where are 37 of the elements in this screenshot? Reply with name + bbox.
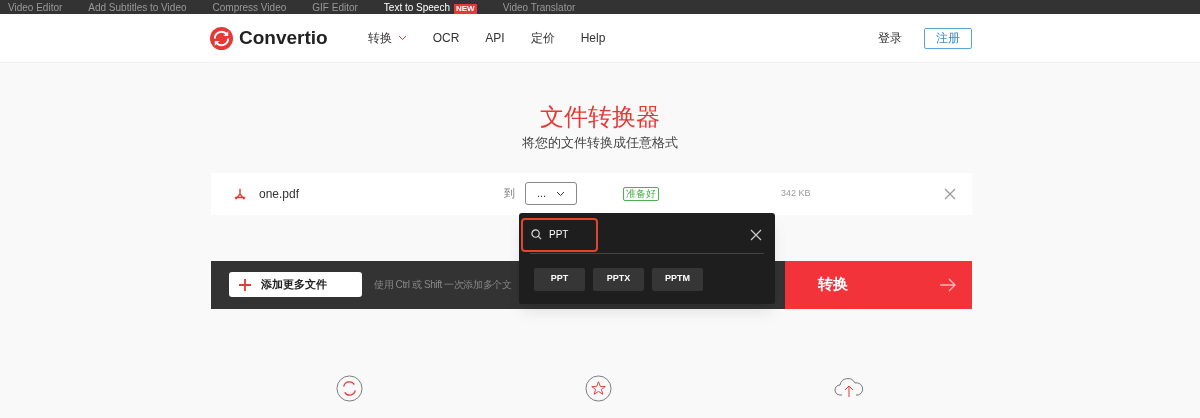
- close-icon[interactable]: [750, 228, 762, 241]
- file-name: one.pdf: [259, 185, 301, 203]
- format-select[interactable]: ...: [525, 182, 577, 205]
- logo-icon: [210, 26, 233, 50]
- search-field[interactable]: PPT: [521, 217, 598, 252]
- top-bar-link[interactable]: Video Translator: [502, 2, 576, 14]
- chevron-down-icon: [397, 35, 407, 41]
- nav-dropdown[interactable]: 转换: [367, 29, 407, 47]
- plus-icon: [239, 278, 251, 291]
- chevron-down-icon: [556, 190, 566, 197]
- format-option[interactable]: PPTM: [652, 267, 703, 291]
- arrow-right-icon: [940, 277, 956, 292]
- file-size: 342 KB: [781, 186, 811, 200]
- to-label: 到: [504, 186, 515, 202]
- top-bar-link[interactable]: Compress Video: [212, 2, 287, 14]
- signup-button[interactable]: 注册: [924, 27, 972, 49]
- new-badge: NEW: [454, 4, 477, 14]
- top-bar-link[interactable]: Add Subtitles to Video: [88, 2, 187, 14]
- logo-text[interactable]: Convertio: [239, 23, 328, 53]
- format-option[interactable]: PPT: [534, 267, 585, 291]
- top-bar-link[interactable]: Video Editor: [8, 2, 63, 14]
- nav-link[interactable]: OCR: [432, 29, 460, 47]
- convert-button[interactable]: 转换: [785, 260, 972, 309]
- login-link[interactable]: 登录: [878, 29, 902, 47]
- convert-arrows-icon: [336, 374, 363, 402]
- page-title: 文件转换器: [540, 103, 660, 131]
- pdf-icon: [233, 186, 247, 201]
- add-files-button[interactable]: 添加更多文件: [229, 272, 362, 297]
- page-subtitle: 将您的文件转换成任意格式: [522, 134, 678, 152]
- top-bar-link[interactable]: GIF Editor: [312, 2, 358, 14]
- search-icon: [531, 228, 542, 240]
- format-option[interactable]: PPTX: [593, 267, 644, 291]
- top-bar-link[interactable]: Text to Speech: [383, 2, 450, 14]
- nav-link[interactable]: Help: [580, 29, 606, 47]
- status-badge: 准备好: [623, 186, 659, 201]
- nav-link[interactable]: 定价: [530, 29, 555, 47]
- nav-link[interactable]: API: [485, 29, 505, 47]
